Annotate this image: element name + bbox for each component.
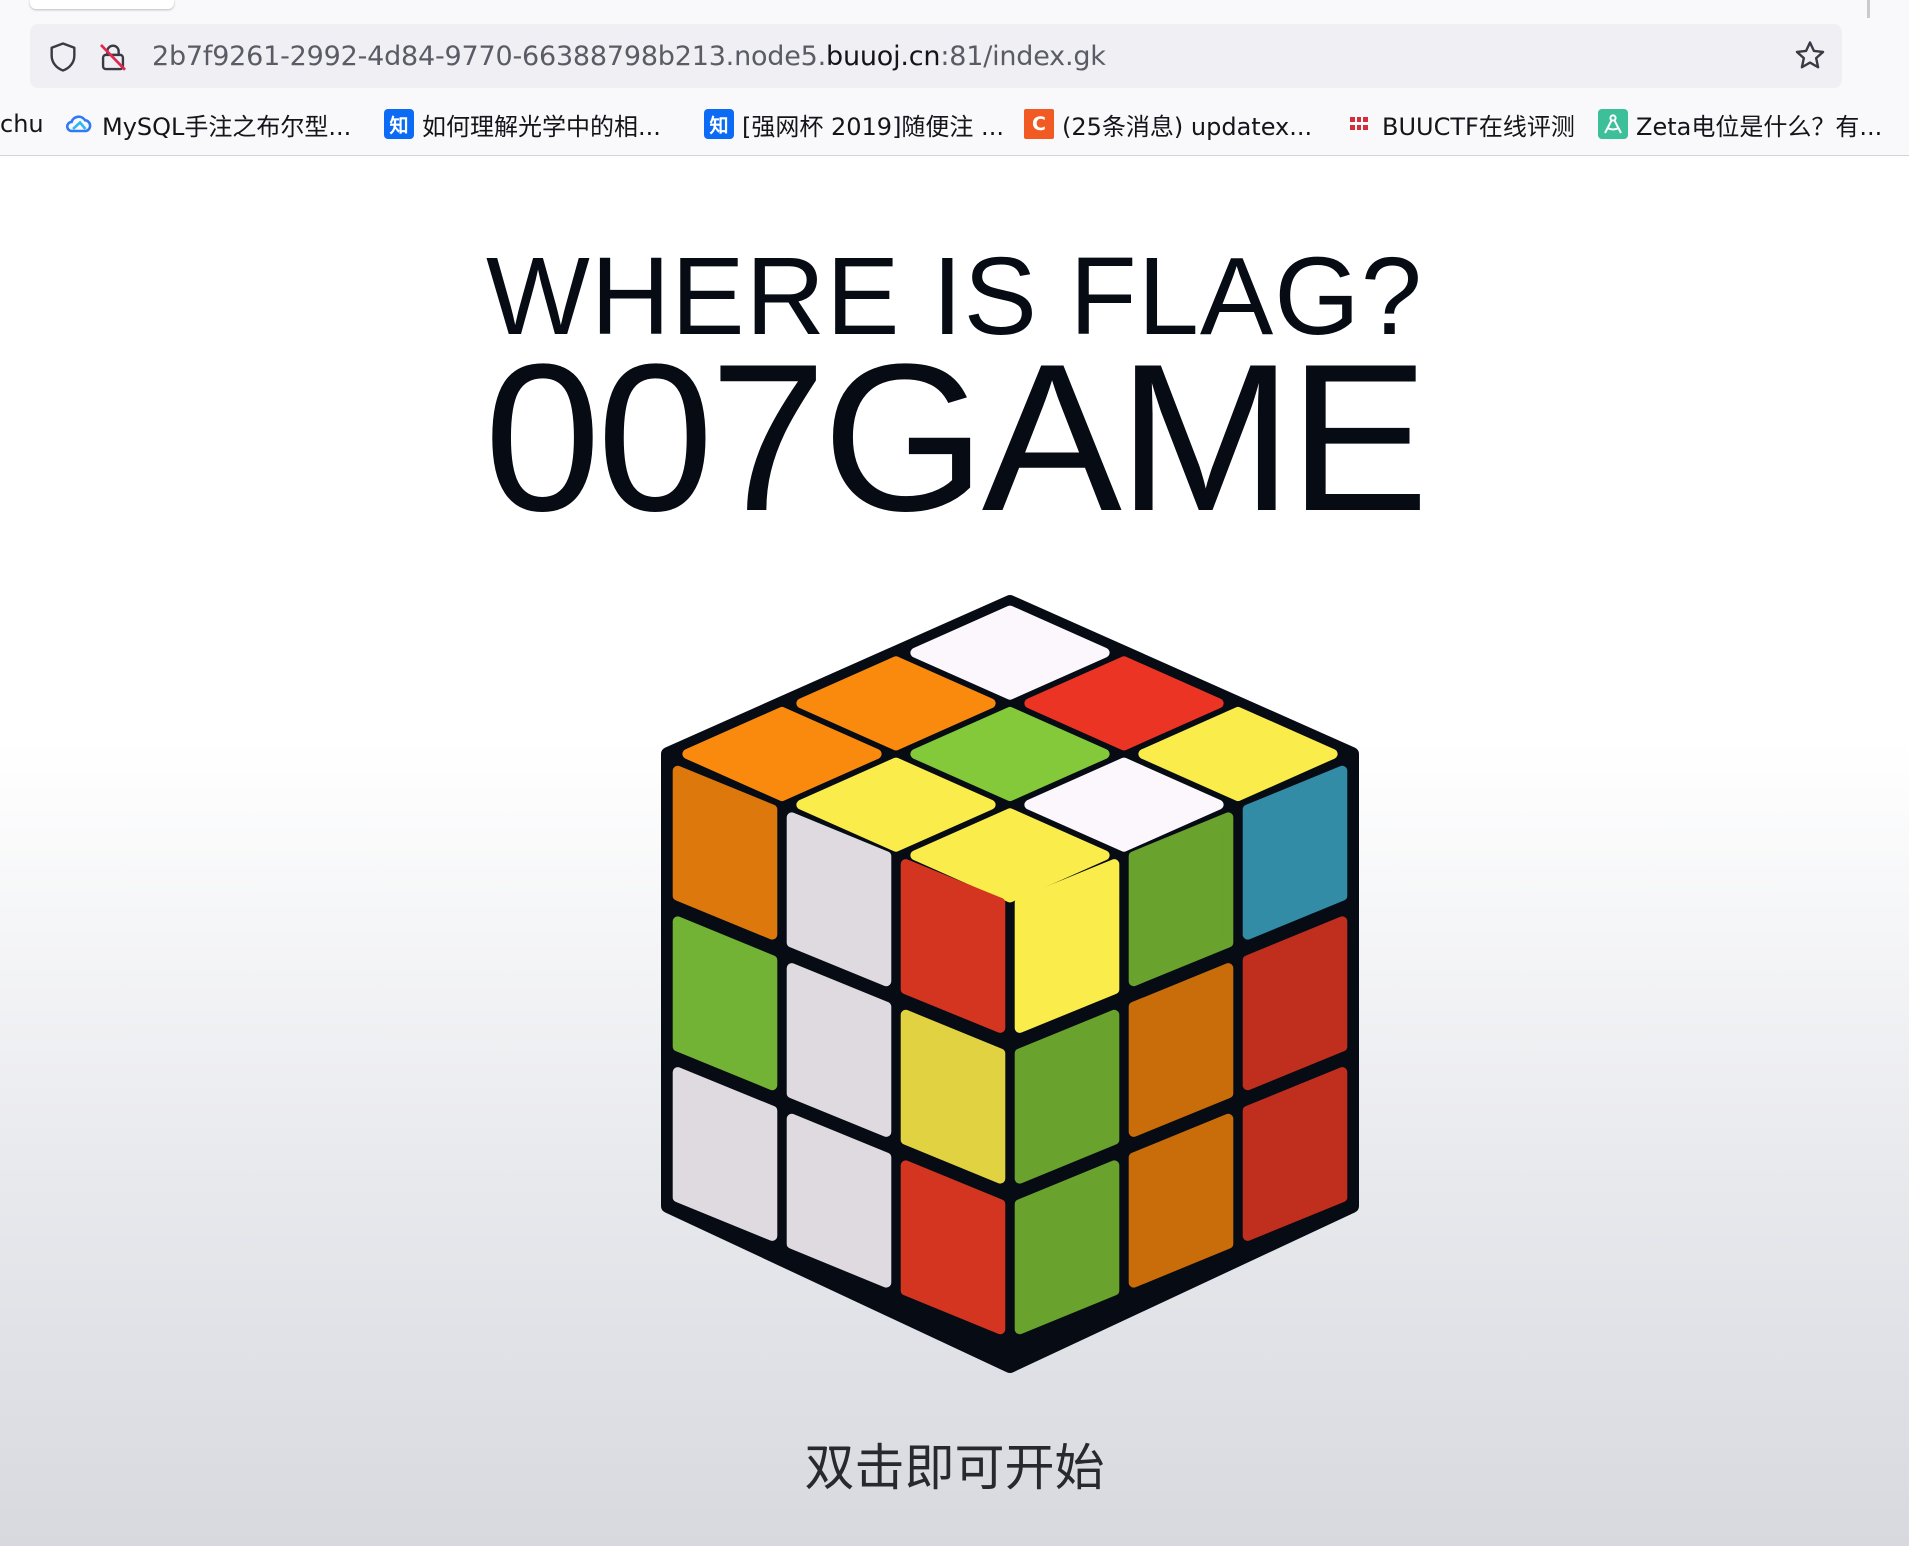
url-domain: buuoj.cn bbox=[826, 41, 941, 72]
rubiks-cube[interactable] bbox=[660, 584, 1360, 1376]
game-page[interactable]: WHERE IS FLAG? 007GAME 双击即可开始 bbox=[0, 156, 1909, 1546]
bookmarks-toolbar: chu MySQL手注之布尔型... 知 如何理解光学中的相... 知 [强网杯… bbox=[0, 102, 1909, 146]
url-text[interactable]: 2b7f9261-2992-4d84-9770-66388798b213.nod… bbox=[152, 40, 1106, 74]
game-title: 007GAME bbox=[484, 320, 1429, 555]
bookmark-label: BUUCTF在线评测 bbox=[1382, 112, 1575, 141]
window-edge bbox=[1867, 0, 1870, 18]
bookmark-item[interactable]: MySQL手注之布尔型... bbox=[64, 102, 351, 146]
bookmark-item[interactable]: chu bbox=[0, 102, 44, 146]
shield-icon[interactable] bbox=[46, 40, 80, 74]
bookmark-item[interactable]: Zeta电位是什么？有... bbox=[1598, 102, 1882, 146]
insecure-lock-icon[interactable] bbox=[96, 40, 130, 74]
zhihu-icon: 知 bbox=[384, 109, 414, 139]
active-tab[interactable] bbox=[30, 0, 174, 9]
bookmark-star-icon[interactable] bbox=[1792, 38, 1828, 74]
bookmark-item[interactable]: 知 如何理解光学中的相... bbox=[384, 102, 661, 146]
csdn-icon: C bbox=[1024, 109, 1054, 139]
buuctf-icon bbox=[1350, 117, 1368, 130]
start-hint: 双击即可开始 bbox=[804, 1439, 1105, 1497]
bookmark-label: Zeta电位是什么？有... bbox=[1636, 112, 1883, 141]
browser-toolbar: 2b7f9261-2992-4d84-9770-66388798b213.nod… bbox=[0, 0, 1909, 156]
bookmark-item[interactable]: BUUCTF在线评测 bbox=[1344, 102, 1575, 146]
bookmark-label: 如何理解光学中的相... bbox=[422, 112, 661, 141]
address-bar[interactable]: 2b7f9261-2992-4d84-9770-66388798b213.nod… bbox=[30, 24, 1842, 88]
bookmark-label: chu bbox=[0, 110, 44, 138]
compass-icon bbox=[1598, 109, 1628, 139]
url-suffix: :81/index.gk bbox=[940, 41, 1106, 72]
url-prefix: 2b7f9261-2992-4d84-9770-66388798b213.nod… bbox=[152, 41, 827, 72]
bookmark-label: [强网杯 2019]随便注 ... bbox=[742, 112, 1004, 141]
bookmark-item[interactable]: 知 [强网杯 2019]随便注 ... bbox=[704, 102, 1004, 146]
cloud-icon bbox=[65, 115, 92, 133]
bookmark-label: MySQL手注之布尔型... bbox=[102, 112, 352, 141]
zhihu-icon: 知 bbox=[704, 109, 734, 139]
bookmark-item[interactable]: C (25条消息) updatex... bbox=[1024, 102, 1312, 146]
bookmark-label: (25条消息) updatex... bbox=[1062, 112, 1313, 141]
